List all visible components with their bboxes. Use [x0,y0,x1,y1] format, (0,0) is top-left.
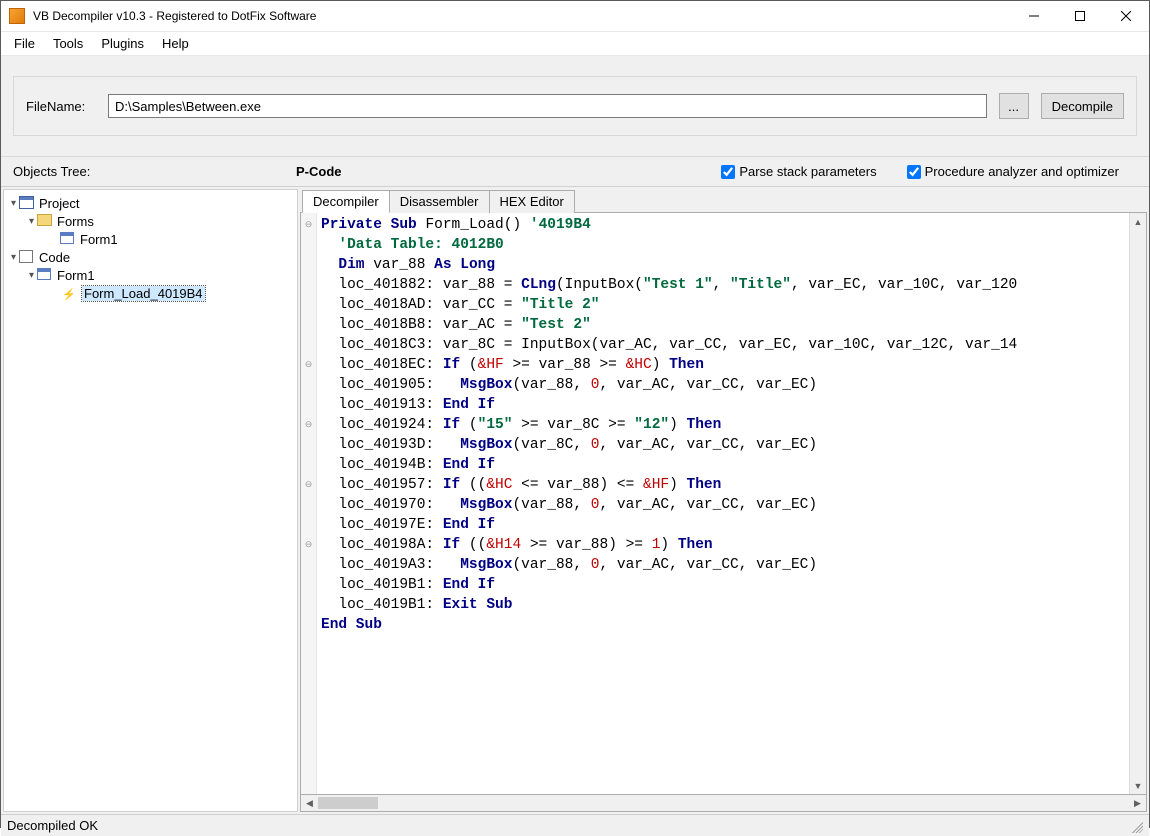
menu-file[interactable]: File [5,33,44,54]
scroll-thumb[interactable] [318,797,378,809]
status-text: Decompiled OK [7,818,98,833]
filename-label: FileName: [26,99,96,114]
scroll-left-icon[interactable]: ◀ [301,795,318,812]
folder-icon [37,214,53,228]
tree-code[interactable]: ▾Code [4,248,297,266]
mid-header: Objects Tree: P-Code Parse stack paramet… [1,157,1149,187]
menu-help[interactable]: Help [153,33,198,54]
parse-stack-input[interactable] [721,165,735,179]
browse-button[interactable]: ... [999,93,1029,119]
tree-code-form1[interactable]: ▾Form1 [4,266,297,284]
form-icon [37,268,53,282]
scroll-up-icon[interactable]: ▲ [1130,213,1146,230]
tab-hex[interactable]: HEX Editor [489,190,575,213]
menu-plugins[interactable]: Plugins [92,33,153,54]
parse-stack-label: Parse stack parameters [739,164,876,179]
parse-stack-checkbox[interactable]: Parse stack parameters [721,164,876,179]
horizontal-scrollbar[interactable]: ◀ ▶ [300,795,1147,812]
code-text[interactable]: Private Sub Form_Load() '4019B4 'Data Ta… [317,213,1129,794]
tab-decompiler[interactable]: Decompiler [302,190,390,213]
app-icon [9,8,25,24]
minimize-button[interactable] [1011,1,1057,31]
pcode-label: P-Code [296,164,476,179]
window-title: VB Decompiler v10.3 - Registered to DotF… [33,9,1011,23]
file-panel: FileName: ... Decompile [13,76,1137,136]
close-button[interactable] [1103,1,1149,31]
code-icon [19,250,35,264]
statusbar: Decompiled OK [1,814,1149,836]
optimizer-checkbox[interactable]: Procedure analyzer and optimizer [907,164,1119,179]
objects-tree-label: Objects Tree: [1,164,296,179]
tree-project[interactable]: ▾Project [4,194,297,212]
file-panel-wrap: FileName: ... Decompile [1,56,1149,157]
optimizer-input[interactable] [907,165,921,179]
scroll-track[interactable] [318,795,1129,811]
scroll-down-icon[interactable]: ▼ [1130,777,1146,794]
vertical-scrollbar[interactable]: ▲ ▼ [1129,213,1146,794]
code-gutter: ⊖ ⊖ ⊖ ⊖ ⊖ [301,213,317,794]
resize-grip-icon[interactable] [1129,819,1143,833]
scroll-right-icon[interactable]: ▶ [1129,795,1146,812]
maximize-button[interactable] [1057,1,1103,31]
code-area: ⊖ ⊖ ⊖ ⊖ ⊖ Private Sub Form_Load() '4019B… [300,212,1147,795]
method-icon [62,286,78,300]
decompile-button[interactable]: Decompile [1041,93,1124,119]
menubar: File Tools Plugins Help [1,32,1149,56]
main-split: ▾Project ▾Forms Form1 ▾Code ▾Form1 Form_… [1,187,1149,814]
form-icon [60,232,76,246]
tree-forms[interactable]: ▾Forms [4,212,297,230]
right-pane: Decompiler Disassembler HEX Editor ⊖ ⊖ ⊖… [300,189,1147,812]
objects-tree[interactable]: ▾Project ▾Forms Form1 ▾Code ▾Form1 Form_… [3,189,298,812]
filename-input[interactable] [108,94,987,118]
tree-method[interactable]: Form_Load_4019B4 [4,284,297,302]
tabs: Decompiler Disassembler HEX Editor [300,189,1147,212]
menu-tools[interactable]: Tools [44,33,92,54]
tab-disassembler[interactable]: Disassembler [389,190,490,213]
project-icon [19,196,35,210]
tree-form1[interactable]: Form1 [4,230,297,248]
titlebar: VB Decompiler v10.3 - Registered to DotF… [1,1,1149,32]
optimizer-label: Procedure analyzer and optimizer [925,164,1119,179]
